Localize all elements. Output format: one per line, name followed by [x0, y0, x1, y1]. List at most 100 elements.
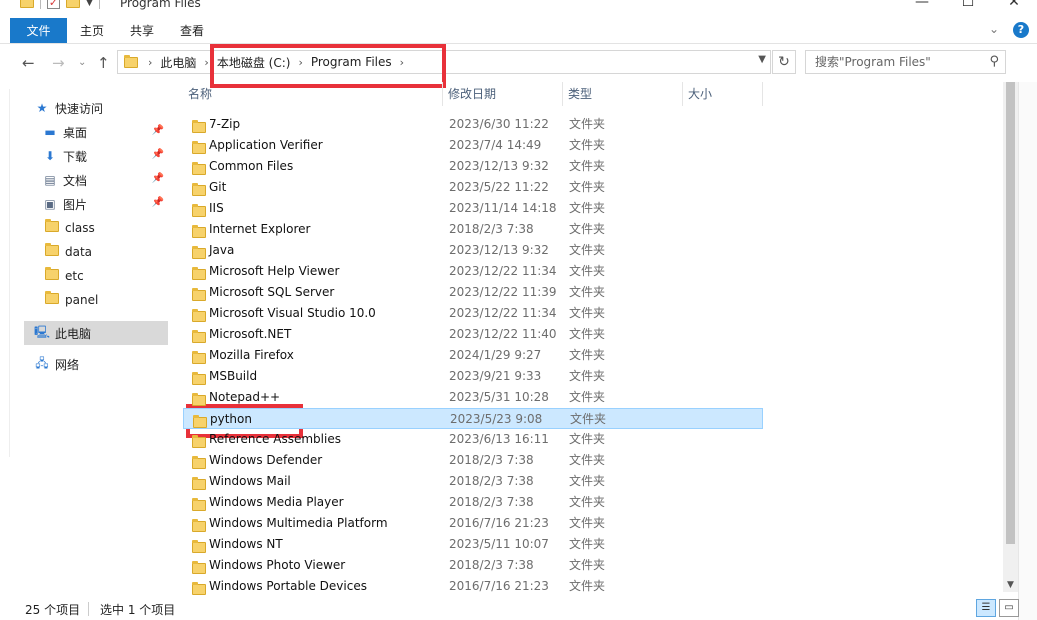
- table-row[interactable]: IIS 2023/11/14 14:18 文件夹: [183, 198, 763, 219]
- download-arrow-icon: ⬇: [44, 149, 56, 163]
- nav-label: data: [65, 245, 93, 259]
- minimize-button[interactable]: —: [899, 0, 945, 10]
- nav-item-etc[interactable]: etc: [44, 264, 168, 288]
- forward-arrow-icon[interactable]: →: [52, 54, 65, 72]
- table-row[interactable]: Microsoft.NET 2023/12/22 11:40 文件夹: [183, 324, 763, 345]
- table-row[interactable]: Notepad++ 2023/5/31 10:28 文件夹: [183, 387, 763, 408]
- up-arrow-icon[interactable]: ↑: [97, 54, 110, 72]
- quick-access-toolbar: ✓ ▼: [20, 0, 100, 9]
- file-type: 文件夹: [569, 390, 606, 404]
- column-size[interactable]: 大小: [683, 82, 763, 106]
- table-row[interactable]: Microsoft Visual Studio 10.0 2023/12/22 1…: [183, 303, 763, 324]
- table-row[interactable]: Internet Explorer 2018/2/3 7:38 文件夹: [183, 219, 763, 240]
- properties-icon[interactable]: ✓: [47, 0, 60, 9]
- file-name: Windows Media Player: [209, 495, 344, 509]
- table-row[interactable]: Reference Assemblies 2023/6/13 16:11 文件夹: [183, 429, 763, 450]
- maximize-button[interactable]: ☐: [945, 0, 991, 10]
- file-name: Windows Defender: [209, 453, 323, 467]
- scrollbar-thumb[interactable]: [1006, 82, 1015, 544]
- pin-icon[interactable]: 📌: [152, 125, 164, 136]
- table-row[interactable]: Windows Mail 2018/2/3 7:38 文件夹: [183, 471, 763, 492]
- large-icons-view-icon[interactable]: ▭: [999, 599, 1019, 617]
- refresh-button[interactable]: ↻: [772, 50, 796, 74]
- file-name: Windows NT: [209, 537, 283, 551]
- network-icon: 🖧: [35, 355, 49, 370]
- file-type: 文件夹: [569, 474, 606, 488]
- navigation-pane: ★ 快速访问 ▬ 桌面 📌 ⬇ 下载 📌 ▤ 文档 📌 ▣ 图片 📌 class…: [10, 96, 168, 586]
- divider: [88, 602, 89, 616]
- tab-file[interactable]: 文件: [10, 18, 67, 43]
- file-date: 2023/6/30 11:22: [449, 117, 549, 131]
- status-bar: 25 个项目 选中 1 个项目 ☰ ▭: [0, 598, 1037, 620]
- table-row[interactable]: Git 2023/5/22 11:22 文件夹: [183, 177, 763, 198]
- table-row[interactable]: Mozilla Firefox 2024/1/29 9:27 文件夹: [183, 345, 763, 366]
- table-row[interactable]: MSBuild 2023/9/21 9:33 文件夹: [183, 366, 763, 387]
- file-date: 2024/1/29 9:27: [449, 348, 542, 362]
- pin-icon[interactable]: 📌: [152, 173, 164, 184]
- table-row[interactable]: Windows Photo Viewer 2018/2/3 7:38 文件夹: [183, 555, 763, 576]
- new-folder-icon[interactable]: [66, 0, 80, 8]
- scroll-down-icon[interactable]: ▼: [1003, 580, 1018, 590]
- nav-quick-access[interactable]: ★ 快速访问: [34, 96, 168, 120]
- chevron-right-icon[interactable]: ›: [148, 56, 152, 69]
- column-type[interactable]: 类型: [563, 82, 683, 106]
- file-type: 文件夹: [569, 495, 606, 509]
- nav-item-downloads[interactable]: ⬇ 下载 📌: [42, 144, 168, 168]
- file-name: Git: [209, 180, 227, 194]
- divider: [98, 0, 100, 9]
- file-type: 文件夹: [570, 412, 607, 426]
- table-row[interactable]: Java 2023/12/13 9:32 文件夹: [183, 240, 763, 261]
- expand-ribbon-icon[interactable]: ⌄: [989, 22, 999, 38]
- nav-item-data[interactable]: data: [44, 240, 168, 264]
- column-name[interactable]: 名称: [183, 82, 443, 106]
- nav-item-desktop[interactable]: ▬ 桌面 📌: [42, 120, 168, 144]
- nav-label: 文档: [63, 173, 88, 188]
- table-row[interactable]: Common Files 2023/12/13 9:32 文件夹: [183, 156, 763, 177]
- file-name: Microsoft Visual Studio 10.0: [209, 306, 376, 320]
- table-row[interactable]: Windows Multimedia Platform 2016/7/16 21:…: [183, 513, 763, 534]
- document-icon: ▤: [44, 173, 56, 187]
- nav-this-pc[interactable]: 🖳 此电脑: [24, 321, 168, 345]
- table-row[interactable]: Windows Media Player 2018/2/3 7:38 文件夹: [183, 492, 763, 513]
- nav-item-pictures[interactable]: ▣ 图片 📌: [42, 192, 168, 216]
- table-row[interactable]: 7-Zip 2023/6/30 11:22 文件夹: [183, 114, 763, 135]
- back-arrow-icon[interactable]: ←: [22, 54, 35, 72]
- file-date: 2023/12/13 9:32: [449, 159, 549, 173]
- pin-icon[interactable]: 📌: [152, 197, 164, 208]
- column-date-modified[interactable]: 修改日期: [443, 82, 563, 106]
- tab-share[interactable]: 共享: [117, 18, 167, 43]
- chevron-right-icon[interactable]: ›: [204, 56, 208, 69]
- nav-network[interactable]: 🖧 网络: [34, 352, 168, 376]
- tab-home[interactable]: 主页: [67, 18, 117, 43]
- table-row[interactable]: Windows NT 2023/5/11 10:07 文件夹: [183, 534, 763, 555]
- table-row[interactable]: python 2023/5/23 9:08 文件夹: [183, 408, 763, 429]
- customize-toolbar-icon[interactable]: ▼: [86, 0, 93, 8]
- table-row[interactable]: Microsoft Help Viewer 2023/12/22 11:34 文件夹: [183, 261, 763, 282]
- table-row[interactable]: Application Verifier 2023/7/4 14:49 文件夹: [183, 135, 763, 156]
- file-type: 文件夹: [569, 348, 606, 362]
- recent-locations-chevron-icon[interactable]: ⌄: [78, 57, 86, 68]
- file-type: 文件夹: [569, 558, 606, 572]
- ribbon-right-controls: ⌄ ?: [989, 22, 1029, 38]
- file-name: Microsoft Help Viewer: [209, 264, 340, 278]
- file-date: 2023/5/22 11:22: [449, 180, 549, 194]
- nav-item-panel[interactable]: panel: [44, 288, 168, 312]
- close-button[interactable]: ✕: [991, 0, 1037, 10]
- help-icon[interactable]: ?: [1013, 22, 1029, 38]
- file-name: Windows Multimedia Platform: [209, 516, 388, 530]
- file-type: 文件夹: [569, 117, 606, 131]
- tab-view[interactable]: 查看: [167, 18, 217, 43]
- table-row[interactable]: Microsoft SQL Server 2023/12/22 11:39 文件夹: [183, 282, 763, 303]
- file-type: 文件夹: [569, 264, 606, 278]
- file-type: 文件夹: [569, 180, 606, 194]
- vertical-scrollbar[interactable]: ▼: [1003, 82, 1018, 592]
- breadcrumb-this-pc[interactable]: 此电脑: [160, 54, 196, 71]
- nav-item-documents[interactable]: ▤ 文档 📌: [42, 168, 168, 192]
- nav-item-class[interactable]: class: [44, 216, 168, 240]
- address-dropdown-icon[interactable]: ▼: [758, 54, 766, 65]
- details-view-icon[interactable]: ☰: [976, 599, 996, 617]
- table-row[interactable]: Windows Defender 2018/2/3 7:38 文件夹: [183, 450, 763, 471]
- pin-icon[interactable]: 📌: [152, 149, 164, 160]
- table-row[interactable]: Windows Portable Devices 2016/7/16 21:23 文…: [183, 576, 763, 597]
- search-input[interactable]: 搜索"Program Files" ⚲: [805, 50, 1006, 74]
